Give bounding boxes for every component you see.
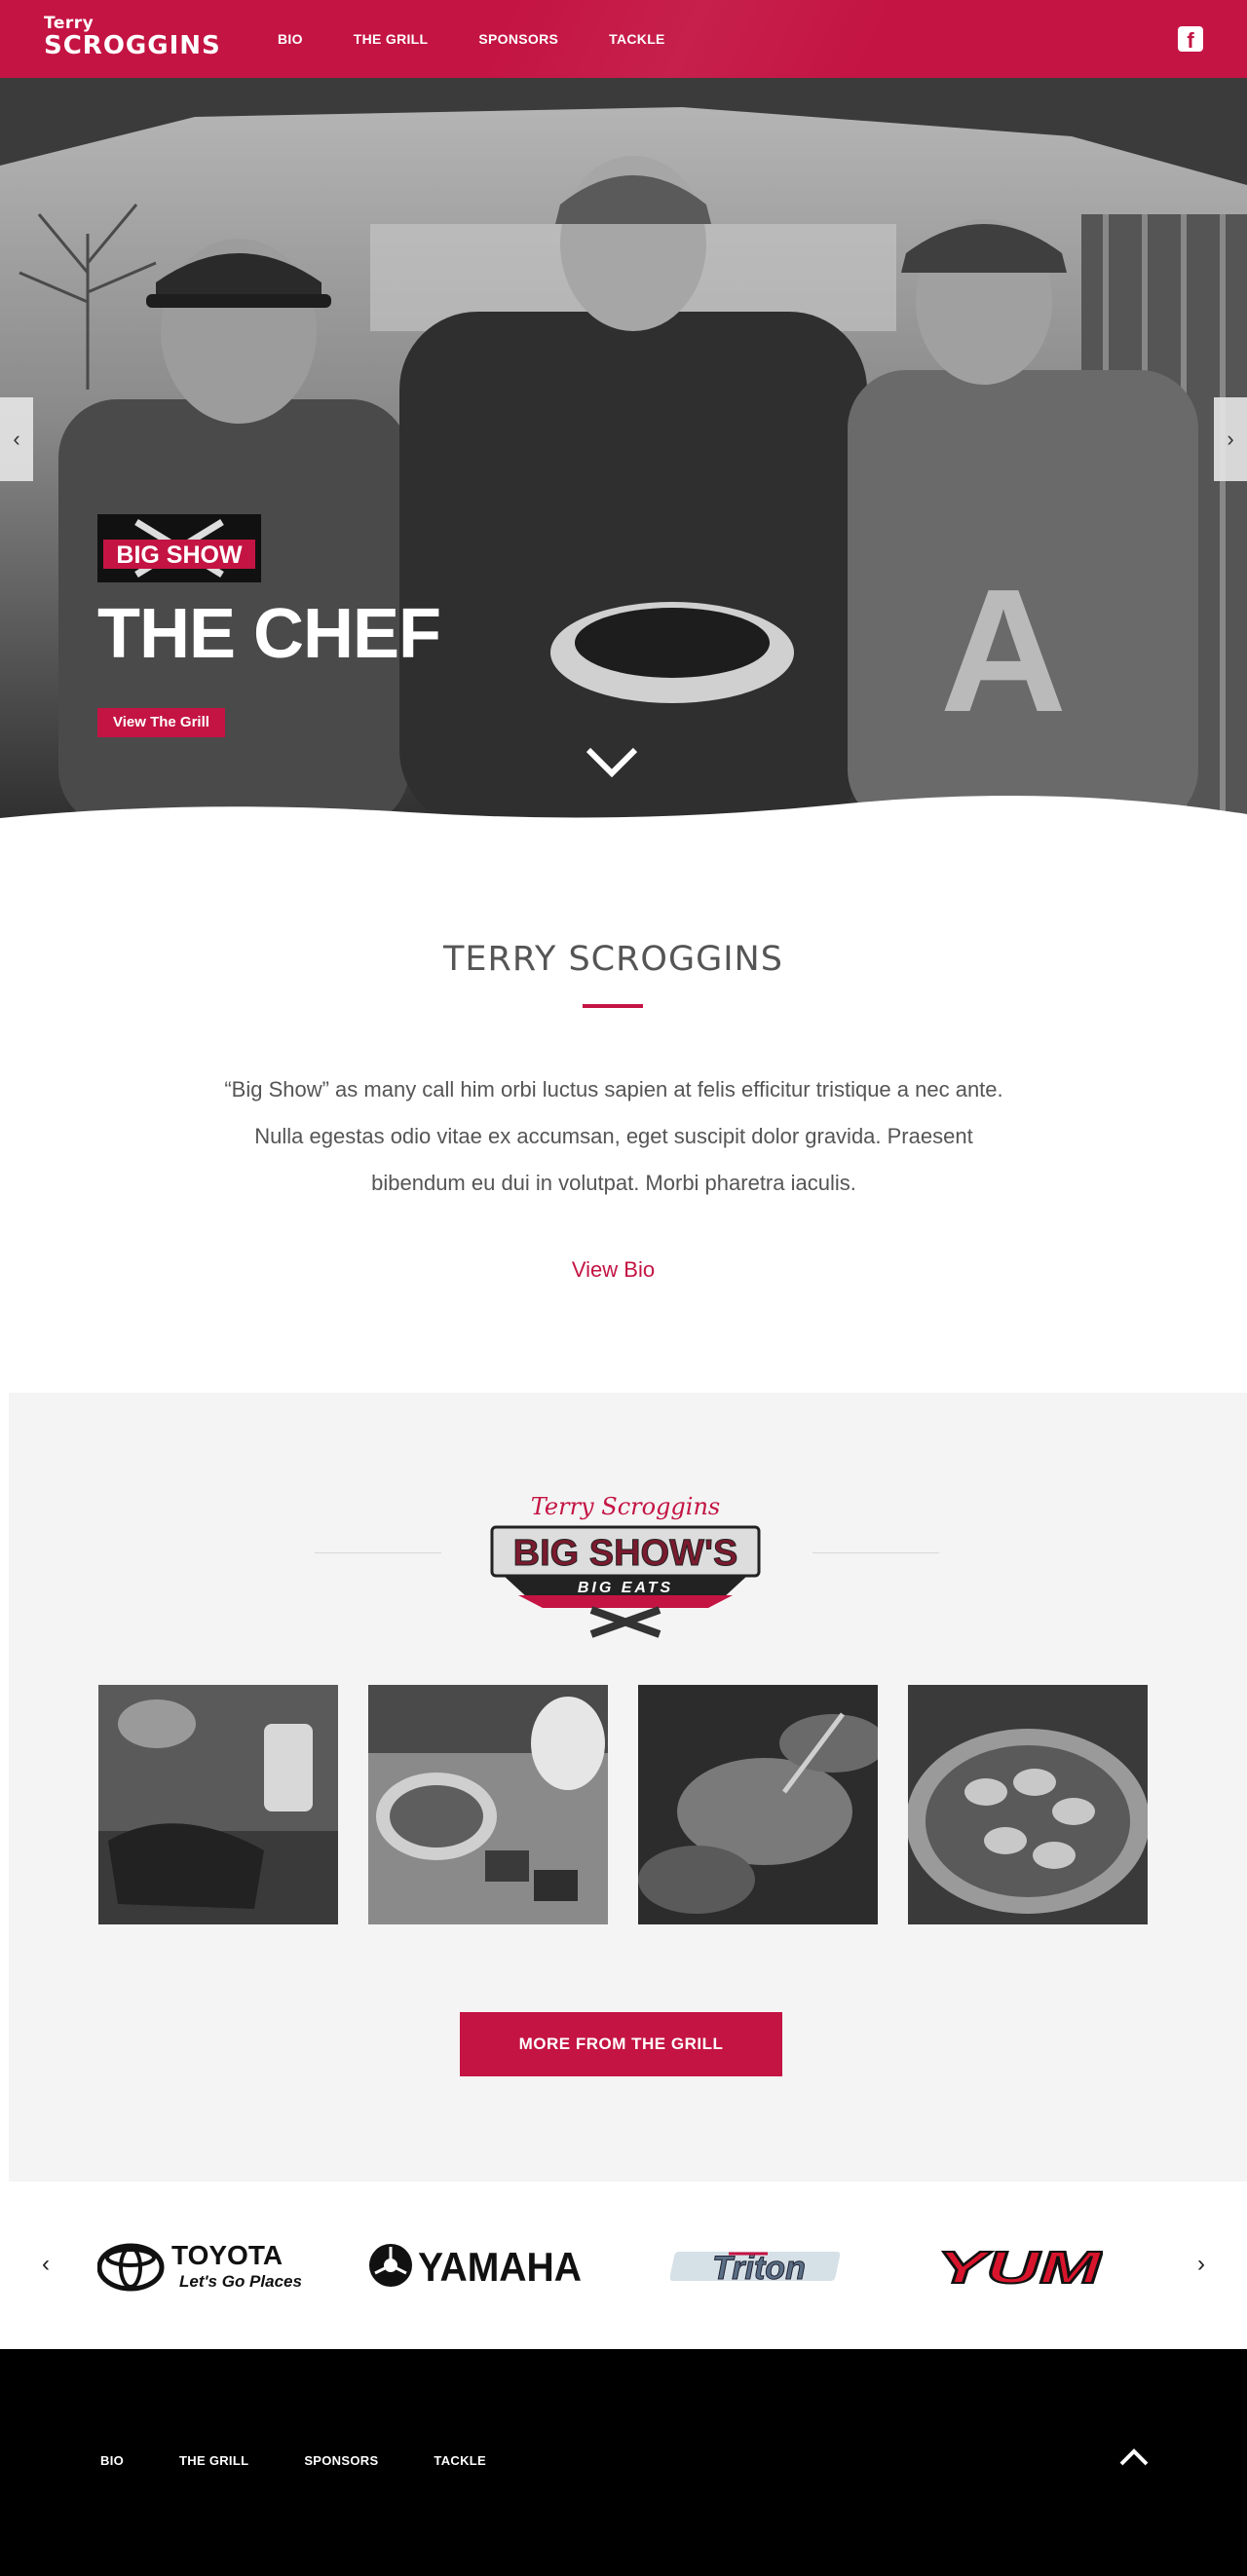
- nav-sponsors[interactable]: SPONSORS: [478, 31, 558, 47]
- yum-logo[interactable]: YUM: [935, 2238, 1103, 2293]
- dessert-photo[interactable]: [368, 1685, 608, 1924]
- nav-bio[interactable]: BIO: [278, 31, 303, 47]
- facebook-icon[interactable]: f: [1178, 26, 1203, 52]
- bio-divider: [583, 1004, 643, 1008]
- yamaha-wordmark: YAMAHA: [418, 2244, 582, 2290]
- grill-logo-right-rule: [812, 1552, 939, 1553]
- site-footer: BIO THE GRILL SPONSORS TACKLE: [0, 2349, 1247, 2576]
- site-logo[interactable]: Terry SCROGGINS: [44, 14, 221, 60]
- nav-the-grill[interactable]: THE GRILL: [354, 31, 429, 47]
- hero-title: THE CHEF: [97, 595, 441, 673]
- triton-wordmark: Triton: [712, 2250, 806, 2287]
- view-bio-link[interactable]: View Bio: [0, 1257, 1227, 1283]
- footer-nav-bio[interactable]: BIO: [100, 2453, 124, 2468]
- back-to-top-chevron-up-icon[interactable]: [1118, 2446, 1150, 2468]
- main-nav: BIO THE GRILL SPONSORS TACKLE: [278, 0, 716, 78]
- more-from-the-grill-button[interactable]: MORE FROM THE GRILL: [460, 2012, 782, 2076]
- footer-nav-the-grill[interactable]: THE GRILL: [179, 2453, 248, 2468]
- sponsors-carousel: ‹ › TOYOTA Let's Go Places YAMAHA Triton…: [0, 2182, 1247, 2349]
- bio-title: TERRY SCROGGINS: [443, 940, 783, 979]
- toyota-logo[interactable]: TOYOTA Let's Go Places: [97, 2238, 307, 2293]
- chevron-down-icon[interactable]: [585, 744, 639, 779]
- logo-first-name: Terry: [44, 14, 94, 33]
- hero-next-arrow[interactable]: ›: [1214, 397, 1247, 481]
- big-show-badge-text: BIG SHOW: [116, 541, 243, 569]
- hero-slider: A ‹ › BIG SHOW THE CHEF View The Grill: [0, 78, 1247, 828]
- site-header: Terry SCROGGINS BIO THE GRILL SPONSORS T…: [0, 0, 1247, 78]
- triton-logo[interactable]: Triton: [670, 2238, 848, 2293]
- nav-tackle[interactable]: TACKLE: [609, 31, 665, 47]
- big-show-badge: BIG SHOW: [97, 514, 261, 582]
- bacon-wraps-photo[interactable]: [908, 1685, 1148, 1924]
- view-the-grill-button[interactable]: View The Grill: [97, 708, 225, 737]
- steak-photo[interactable]: [638, 1685, 878, 1924]
- sponsors-next-arrow[interactable]: ›: [1187, 2250, 1216, 2279]
- svg-text:A: A: [940, 553, 1067, 749]
- yamaha-logo[interactable]: YAMAHA: [367, 2238, 584, 2293]
- hero-prev-arrow[interactable]: ‹: [0, 397, 33, 481]
- bio-text: “Big Show” as many call him orbi luctus …: [224, 1077, 1003, 1195]
- grill-section: Terry Scroggins BIG SHOW'S BIG EATS MORE…: [9, 1393, 1247, 2182]
- logo-last-name: SCROGGINS: [44, 31, 221, 60]
- footer-nav-tackle[interactable]: TACKLE: [434, 2453, 486, 2468]
- sponsors-prev-arrow[interactable]: ‹: [31, 2250, 60, 2279]
- footer-nav: BIO THE GRILL SPONSORS TACKLE: [100, 2453, 542, 2468]
- toyota-wordmark: TOYOTA: [171, 2240, 283, 2270]
- toyota-tagline: Let's Go Places: [179, 2272, 302, 2291]
- grill-logo-main: BIG SHOW'S: [513, 1533, 738, 1574]
- footer-nav-sponsors[interactable]: SPONSORS: [304, 2453, 378, 2468]
- grill-logo-left-rule: [315, 1552, 441, 1553]
- ribs-photo[interactable]: [98, 1685, 338, 1924]
- big-shows-big-eats-logo: Terry Scroggins BIG SHOW'S BIG EATS: [490, 1493, 761, 1638]
- yum-wordmark: YUM: [937, 2242, 1103, 2293]
- grill-logo-script: Terry Scroggins: [531, 1493, 720, 1520]
- hero-wave-divider: [0, 796, 1247, 828]
- grill-logo-sub: BIG EATS: [578, 1580, 673, 1596]
